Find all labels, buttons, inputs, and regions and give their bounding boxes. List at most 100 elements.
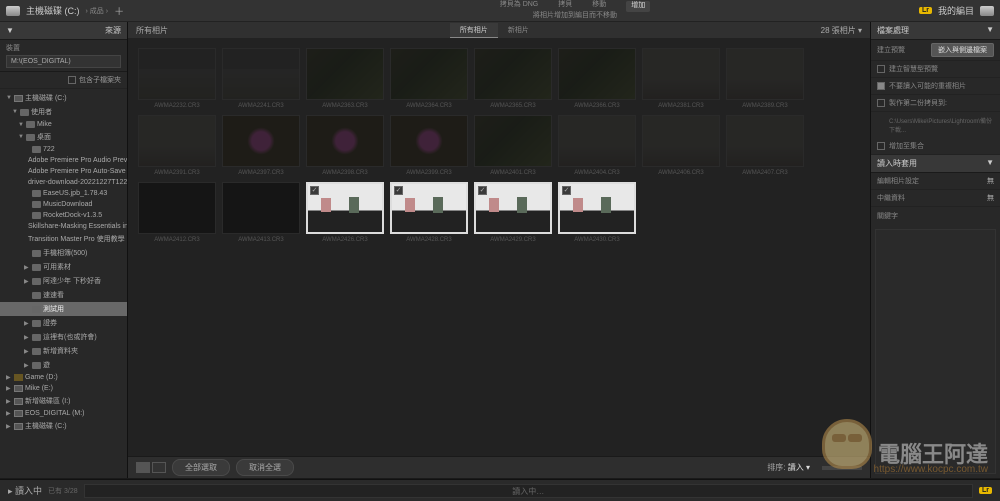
tree-item[interactable]: RocketDock-v1.3.5 (0, 210, 127, 221)
metadata-value[interactable]: 無 (987, 193, 994, 203)
thumbnail[interactable]: ✓AWMA2430.CR3 (558, 182, 636, 243)
thumbnail[interactable]: AWMA2366.CR3 (558, 48, 636, 109)
folder-icon (32, 190, 41, 197)
develop-settings-label: 編輯相片設定 (877, 176, 919, 186)
tree-item[interactable]: Adobe Premiere Pro Audio Previews (0, 155, 127, 166)
thumb-checkbox[interactable]: ✓ (310, 186, 319, 195)
tree-item[interactable]: ▶這裡有(也或許會) (0, 330, 127, 344)
tree-item-label: 這裡有(也或許會) (43, 332, 97, 342)
photo-count-dropdown[interactable]: 28 張相片 ▾ (821, 25, 862, 36)
tree-item[interactable]: Transition Master Pro 使用教學 (0, 232, 127, 246)
checkbox-icon[interactable] (877, 142, 885, 150)
thumbnail[interactable]: AWMA2413.CR3 (222, 182, 300, 243)
tree-item[interactable]: ▶Mike (E:) (0, 383, 127, 394)
thumbnail[interactable]: ✓AWMA2428.CR3 (390, 182, 468, 243)
tree-item[interactable]: 測試用 (0, 302, 127, 316)
tree-item[interactable]: 速速看 (0, 288, 127, 302)
thumbnail[interactable]: ✓AWMA2426.CR3 (306, 182, 384, 243)
file-handling-header[interactable]: 檔案處理▼ (871, 22, 1000, 40)
tree-item[interactable]: ▶新增資料夾 (0, 344, 127, 358)
grid-view-icon[interactable] (136, 462, 150, 473)
tree-item[interactable]: MusicDownload (0, 199, 127, 210)
folder-tree[interactable]: ▼主機磁碟 (C:)▼使用者▼Mike▼桌面722Adobe Premiere … (0, 89, 127, 478)
tree-item[interactable]: 722 (0, 144, 127, 155)
thumbnail[interactable]: AWMA2401.CR3 (474, 115, 552, 176)
thumbnail[interactable]: AWMA2365.CR3 (474, 48, 552, 109)
thumbnail[interactable]: AWMA2406.CR3 (642, 115, 720, 176)
tree-item[interactable]: ▶Game (D:) (0, 372, 127, 383)
thumbnail[interactable]: AWMA2412.CR3 (138, 182, 216, 243)
deselect-all-button[interactable]: 取消全選 (236, 459, 294, 476)
tree-item[interactable]: ▶遊 (0, 358, 127, 372)
main-area: ▼ 來源 裝置 包含子檔案夾 ▼主機磁碟 (C:)▼使用者▼Mike▼桌面722… (0, 22, 1000, 478)
loupe-view-icon[interactable] (152, 462, 166, 473)
thumbnail[interactable]: AWMA2404.CR3 (558, 115, 636, 176)
tree-item[interactable]: ▼主機磁碟 (C:) (0, 91, 127, 105)
thumbnail[interactable]: AWMA2397.CR3 (222, 115, 300, 176)
checkbox-icon[interactable] (877, 99, 885, 107)
tree-item[interactable]: ▶主機磁碟 (C:) (0, 419, 127, 433)
second-copy-row[interactable]: 製作第二份拷貝到: (871, 95, 1000, 112)
tree-item[interactable]: ▼Mike (0, 119, 127, 130)
tree-item[interactable]: EaseUS.jpb_1.78.43 (0, 188, 127, 199)
keywords-input[interactable] (875, 229, 996, 474)
source-header[interactable]: ▼ 來源 (0, 22, 127, 40)
preview-type-button[interactable]: 嵌入與側邊檔案 (931, 43, 994, 57)
apply-during-import-header[interactable]: 讀入時套用▼ (871, 155, 1000, 173)
tree-item[interactable]: ▶新增磁碟區 (I:) (0, 394, 127, 408)
add-to-collection-row[interactable]: 增加至集合 (871, 138, 1000, 155)
import-progress-toggle[interactable]: ▸ 讀入中 (8, 484, 42, 497)
thumbnail-image (474, 115, 552, 167)
thumb-checkbox[interactable]: ✓ (394, 186, 403, 195)
tree-item[interactable]: driver-download-20221227T122042-001 (0, 177, 127, 188)
tree-item-label: 可用素材 (43, 262, 71, 272)
develop-settings-value[interactable]: 無 (987, 176, 994, 186)
thumbnail[interactable]: AWMA2389.CR3 (726, 48, 804, 109)
add-source-icon[interactable]: ＋ (114, 3, 124, 18)
file-handling-title: 檔案處理 (877, 25, 909, 36)
drive-title: 主機磁碟 (C:) (26, 4, 80, 17)
tree-item[interactable]: ▶證券 (0, 316, 127, 330)
checkbox-icon[interactable] (68, 76, 76, 84)
tree-item[interactable]: ▶阿達少年 下秒好香 (0, 274, 127, 288)
device-path-input[interactable] (6, 55, 121, 68)
thumbnail[interactable]: AWMA2391.CR3 (138, 115, 216, 176)
thumb-checkbox[interactable]: ✓ (478, 186, 487, 195)
tree-item[interactable]: ▼桌面 (0, 130, 127, 144)
thumb-checkbox[interactable]: ✓ (562, 186, 571, 195)
thumbnail[interactable]: AWMA2363.CR3 (306, 48, 384, 109)
smart-preview-row[interactable]: 建立智慧型預覽 (871, 61, 1000, 78)
checkbox-icon[interactable]: ✓ (877, 82, 885, 90)
tree-item-label: 桌面 (37, 132, 51, 142)
thumbnail[interactable]: AWMA2398.CR3 (306, 115, 384, 176)
tree-item[interactable]: ▶EOS_DIGITAL (M:) (0, 408, 127, 419)
sort-value-dropdown[interactable]: 讀入 ▾ (788, 463, 810, 472)
copy-option[interactable]: 拷貝 (558, 1, 572, 11)
tree-item[interactable]: ▶可用素材 (0, 260, 127, 274)
thumbnail[interactable]: AWMA2364.CR3 (390, 48, 468, 109)
tree-item[interactable]: Skillshare-Masking Essentials in PR A Mu… (0, 221, 127, 232)
thumb-size-slider[interactable] (822, 466, 862, 470)
no-duplicates-row[interactable]: ✓ 不要讀入可能的重複相片 (871, 78, 1000, 95)
thumbnail[interactable]: ✓AWMA2429.CR3 (474, 182, 552, 243)
move-option[interactable]: 移動 (592, 1, 606, 11)
select-all-button[interactable]: 全部選取 (172, 459, 230, 476)
tree-item[interactable]: ▼使用者 (0, 105, 127, 119)
include-subfolder-row[interactable]: 包含子檔案夾 (0, 72, 127, 89)
add-option-active[interactable]: 增加 (626, 1, 650, 11)
device-block: 裝置 (0, 40, 127, 72)
tab-new-photos[interactable]: 新相片 (498, 23, 539, 38)
tab-all-photos[interactable]: 所有相片 (450, 23, 498, 38)
tree-item[interactable]: 手機相簿(500) (0, 246, 127, 260)
thumbnail[interactable]: AWMA2241.CR3 (222, 48, 300, 109)
thumbnail[interactable]: AWMA2381.CR3 (642, 48, 720, 109)
copy-dng-option[interactable]: 拷貝為 DNG (500, 1, 539, 11)
thumbnail-image: ✓ (306, 182, 384, 234)
checkbox-icon[interactable] (877, 65, 885, 73)
tree-item[interactable]: Adobe Premiere Pro Auto-Save (0, 166, 127, 177)
thumbnail[interactable]: AWMA2399.CR3 (390, 115, 468, 176)
thumbnail-grid[interactable]: AWMA2232.CR3AWMA2241.CR3AWMA2363.CR3AWMA… (128, 38, 870, 456)
thumbnail[interactable]: AWMA2232.CR3 (138, 48, 216, 109)
folder-icon (32, 292, 41, 299)
thumbnail[interactable]: AWMA2407.CR3 (726, 115, 804, 176)
